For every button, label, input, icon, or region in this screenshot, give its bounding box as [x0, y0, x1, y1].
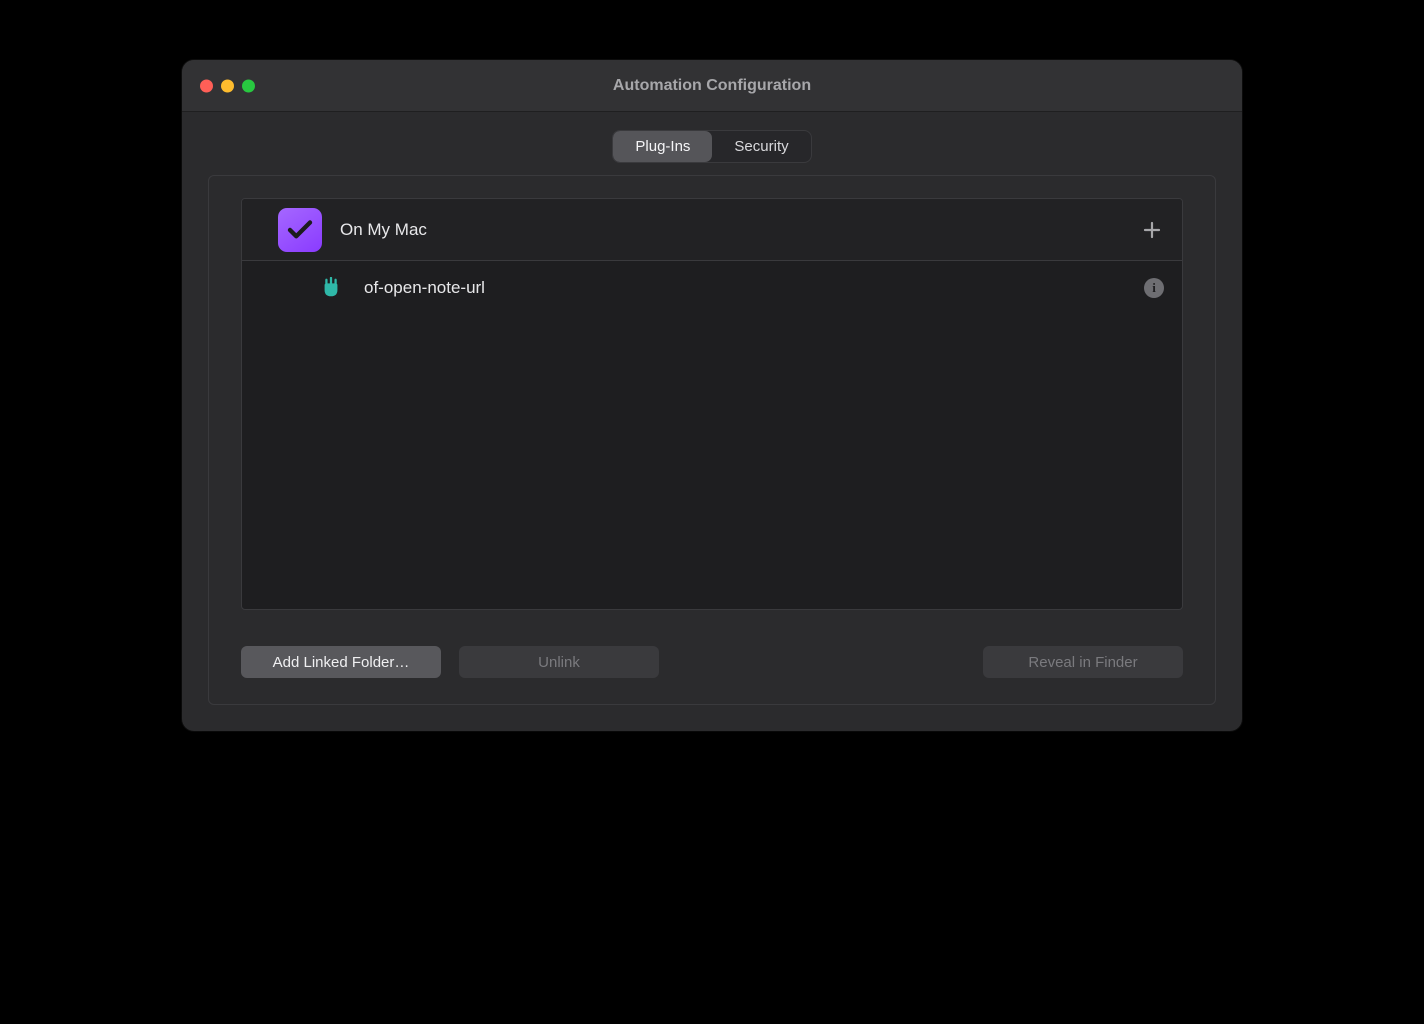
add-linked-folder-button[interactable]: Add Linked Folder… [241, 646, 441, 678]
minimize-window-button[interactable] [221, 79, 234, 92]
plugins-panel: On My Mac of-open-note-url [208, 175, 1216, 705]
plugin-row[interactable]: of-open-note-url i [242, 261, 1182, 315]
tab-plugins[interactable]: Plug-Ins [613, 131, 712, 162]
window-title: Automation Configuration [182, 77, 1242, 95]
unlink-button[interactable]: Unlink [459, 646, 659, 678]
button-row: Add Linked Folder… Unlink Reveal in Find… [241, 646, 1183, 678]
plugin-list: On My Mac of-open-note-url [241, 198, 1183, 610]
content-area: Plug-Ins Security On My Mac [182, 112, 1242, 731]
automation-config-window: Automation Configuration Plug-Ins Securi… [182, 60, 1242, 731]
tabs-container: Plug-Ins Security [208, 130, 1216, 163]
segmented-control: Plug-Ins Security [612, 130, 811, 163]
close-window-button[interactable] [200, 79, 213, 92]
window-titlebar: Automation Configuration [182, 60, 1242, 112]
add-plugin-button[interactable] [1140, 218, 1164, 242]
plugin-group-title: On My Mac [340, 220, 1140, 240]
window-traffic-lights [200, 79, 255, 92]
zoom-window-button[interactable] [242, 79, 255, 92]
plugin-name-label: of-open-note-url [364, 278, 1144, 298]
reveal-in-finder-button[interactable]: Reveal in Finder [983, 646, 1183, 678]
plugin-module-icon [320, 277, 342, 299]
omnifocus-check-icon [278, 208, 322, 252]
tab-security[interactable]: Security [712, 131, 810, 162]
plugin-info-button[interactable]: i [1144, 278, 1164, 298]
plugin-group-header[interactable]: On My Mac [242, 199, 1182, 261]
